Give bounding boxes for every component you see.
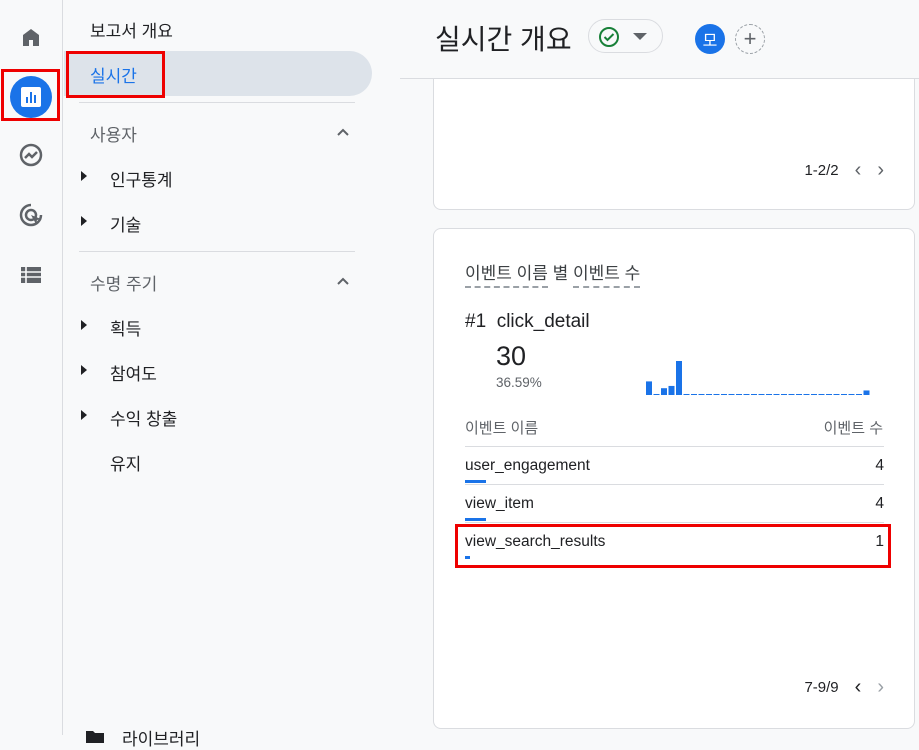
expand-icon[interactable]: [81, 320, 87, 330]
minute-bar: [728, 394, 735, 395]
page-range: 7-9/9: [804, 679, 839, 696]
event-name: view_item: [465, 495, 534, 512]
nav-tech[interactable]: 기술: [110, 211, 141, 236]
minute-bar: [736, 394, 742, 395]
minute-bar: [826, 394, 832, 395]
minute-bar: [848, 394, 855, 395]
pagination: 1-2/2 ‹ ›: [804, 159, 884, 182]
event-name: view_search_results: [465, 533, 606, 550]
card-events-by-name: 이벤트 이름 별 이벤트 수 #1 click_detail 30 36.59%…: [433, 228, 915, 729]
nav-engagement[interactable]: 참여도: [110, 360, 157, 385]
column-header-count: 이벤트 수: [823, 420, 883, 437]
minute-bar: [661, 388, 667, 395]
event-count: 1: [875, 533, 884, 550]
title-connector: 별: [547, 264, 574, 283]
nav-demographics[interactable]: 인구통계: [110, 166, 173, 191]
nav-realtime[interactable]: 실시간: [90, 62, 137, 87]
minute-bar: [796, 394, 802, 395]
pagination: 7-9/9 ‹ ›: [804, 676, 884, 699]
minute-bar-chart: [646, 361, 870, 395]
minute-bar: [698, 394, 705, 395]
divider: [79, 251, 355, 252]
minute-bar: [863, 390, 870, 395]
nav-section-user[interactable]: 사용자: [90, 121, 137, 146]
minute-bar: [751, 394, 757, 395]
minute-bar: [668, 385, 675, 395]
report-nav: 보고서 개요 실시간 사용자 인구통계 기술 수명 주기 획득 참여도 수익 창…: [64, 0, 394, 749]
card-title[interactable]: 이벤트 이름 별 이벤트 수: [465, 259, 641, 288]
top-event-percent: 36.59%: [496, 375, 542, 390]
dimension-selector[interactable]: 이벤트 이름: [465, 264, 548, 288]
minute-bar: [788, 394, 795, 395]
caret-down-icon: [633, 33, 647, 40]
minute-bar: [781, 394, 787, 395]
divider: [79, 102, 355, 103]
nav-acquisition[interactable]: 획득: [110, 315, 141, 340]
check-circle-icon: [599, 27, 619, 47]
status-dropdown[interactable]: [588, 19, 663, 53]
minute-bar: [758, 394, 765, 395]
prev-page-button[interactable]: ‹: [855, 676, 862, 699]
minute-bar: [803, 394, 810, 395]
icon-rail: [0, 0, 63, 735]
proportion-bar: [465, 518, 486, 521]
minute-bar: [856, 394, 862, 395]
nav-monetization[interactable]: 수익 창출: [110, 405, 177, 430]
next-page-button[interactable]: ›: [877, 159, 884, 182]
expand-icon[interactable]: [81, 410, 87, 420]
prev-page-button[interactable]: ‹: [855, 159, 862, 182]
next-page-button[interactable]: ›: [877, 676, 884, 699]
minute-bar: [766, 394, 772, 395]
expand-icon[interactable]: [81, 365, 87, 375]
nav-section-lifecycle[interactable]: 수명 주기: [90, 270, 157, 295]
proportion-bar: [465, 480, 486, 483]
event-count: 4: [875, 495, 884, 512]
page-title: 실시간 개요: [435, 24, 572, 55]
advertising-icon[interactable]: [12, 196, 50, 234]
list-icon[interactable]: [12, 256, 50, 294]
minute-bar: [811, 394, 817, 395]
event-name: user_engagement: [465, 457, 590, 474]
reports-icon[interactable]: [10, 76, 52, 118]
add-comparison-button[interactable]: +: [735, 24, 765, 54]
explore-icon[interactable]: [12, 136, 50, 174]
minute-bar: [773, 394, 780, 395]
event-count: 4: [875, 457, 884, 474]
metric-selector[interactable]: 이벤트 수: [573, 264, 641, 288]
minute-bar: [691, 394, 697, 395]
nav-library[interactable]: 라이브러리: [122, 725, 200, 750]
minute-bar: [721, 394, 727, 395]
top-event-value: 30: [496, 341, 527, 371]
minute-bar: [833, 394, 840, 395]
minute-bar: [706, 394, 712, 395]
minute-bar: [683, 394, 690, 395]
minute-bar: [676, 361, 682, 395]
chevron-up-icon[interactable]: [336, 274, 350, 288]
minute-bar: [818, 394, 825, 395]
chevron-up-icon[interactable]: [336, 125, 350, 139]
top-event-label: #1 click_detail: [465, 311, 590, 332]
minute-bar: [646, 381, 652, 395]
nav-retention[interactable]: 유지: [110, 450, 141, 475]
avatar[interactable]: 모: [695, 24, 725, 54]
nav-overview[interactable]: 보고서 개요: [90, 17, 173, 42]
minute-bar: [841, 394, 847, 395]
expand-icon[interactable]: [81, 216, 87, 226]
minute-bar: [653, 394, 660, 395]
table-row[interactable]: view_item 4: [465, 484, 884, 522]
minute-bar: [713, 394, 720, 395]
column-header-name: 이벤트 이름: [465, 420, 539, 437]
expand-icon[interactable]: [81, 171, 87, 181]
folder-icon: [86, 731, 104, 743]
page-header: 실시간 개요 모 +: [400, 0, 919, 79]
proportion-bar: [465, 556, 471, 559]
table-row[interactable]: user_engagement 4: [465, 446, 884, 484]
home-icon[interactable]: [12, 18, 50, 56]
page-range: 1-2/2: [804, 162, 839, 179]
table-row[interactable]: view_search_results 1: [465, 522, 884, 560]
minute-bar: [743, 394, 750, 395]
